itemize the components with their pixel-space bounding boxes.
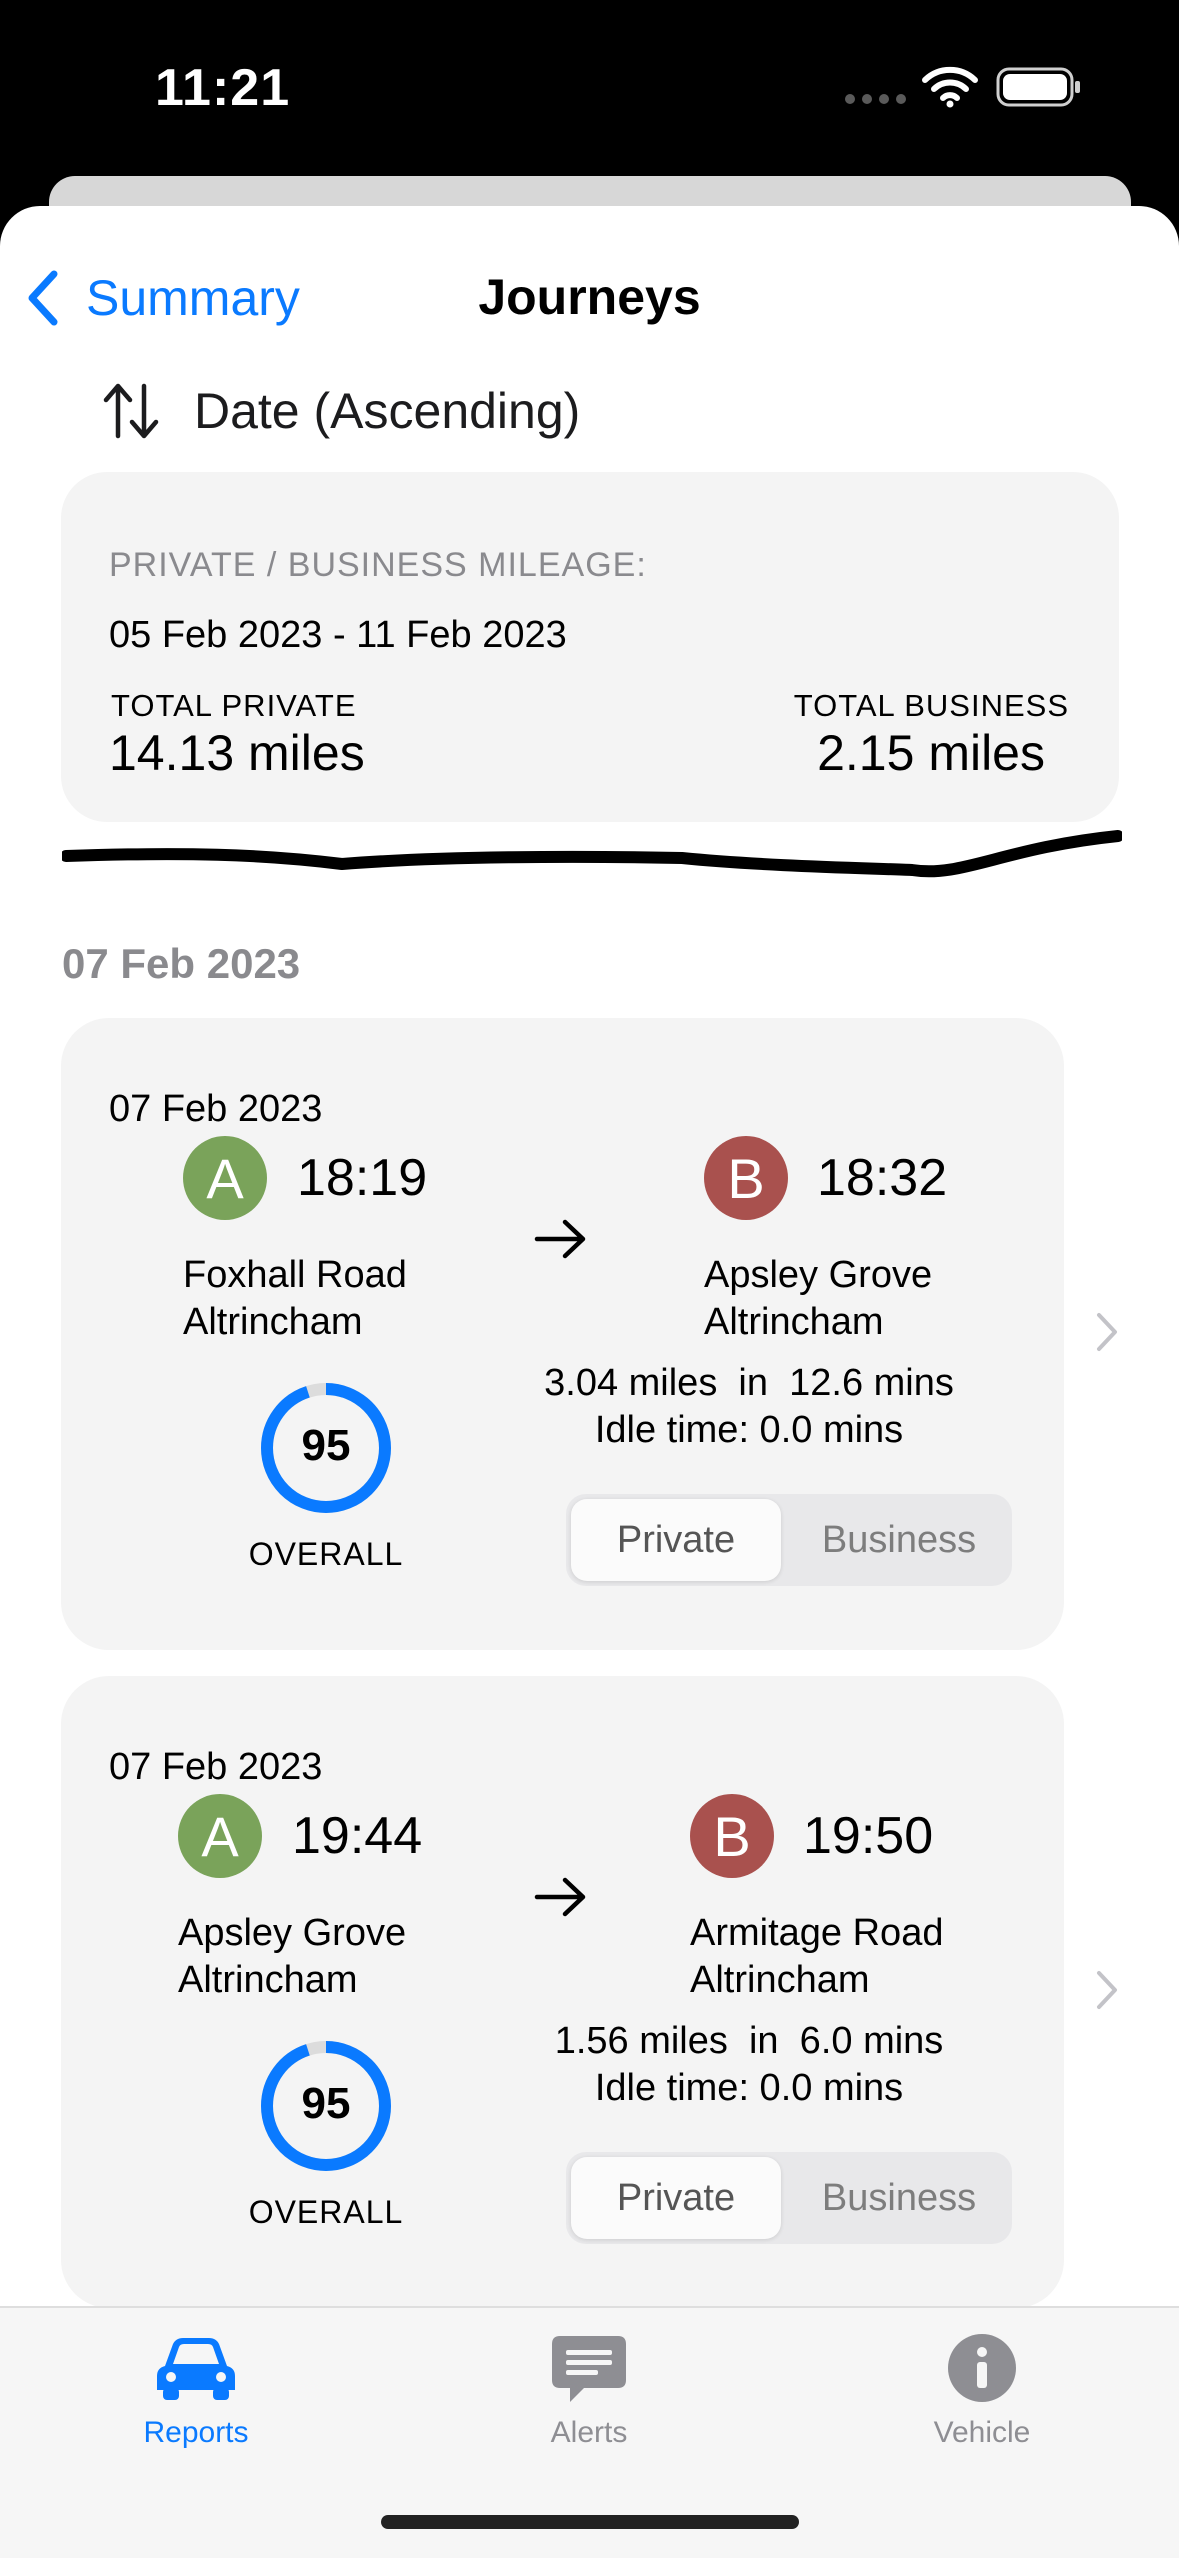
- end-time: 18:32: [817, 1149, 948, 1207]
- chevron-right-icon[interactable]: [1094, 1968, 1120, 2012]
- total-private-label: TOTAL PRIVATE: [111, 688, 357, 723]
- tab-vehicle[interactable]: Vehicle: [882, 2328, 1082, 2450]
- end-town: Altrincham: [690, 1959, 870, 2001]
- business-segment[interactable]: Business: [790, 1499, 1008, 1581]
- start-town: Altrincham: [183, 1301, 363, 1343]
- tab-label-reports: Reports: [143, 2416, 249, 2449]
- total-business-label: TOTAL BUSINESS: [793, 688, 1069, 723]
- score-value: 95: [301, 1421, 351, 1470]
- end-town: Altrincham: [704, 1301, 884, 1343]
- business-segment[interactable]: Business: [790, 2157, 1008, 2239]
- journey-date: 07 Feb 2023: [109, 1088, 323, 1130]
- page-title: Journeys: [478, 269, 701, 325]
- journey-card[interactable]: 07 Feb 2023 A 18:19 Foxhall Road Altrinc…: [61, 1018, 1064, 1650]
- end-time: 19:50: [803, 1807, 934, 1865]
- start-point-badge: A: [183, 1136, 267, 1220]
- start-time: 18:19: [297, 1149, 428, 1207]
- end-street: Apsley Grove: [704, 1254, 933, 1296]
- arrow-right-icon: [534, 1219, 586, 1259]
- score-label: OVERALL: [248, 2194, 404, 2230]
- distance-duration: 3.04 miles in 12.6 mins: [544, 1362, 954, 1404]
- distance-duration: 1.56 miles in 6.0 mins: [554, 2020, 944, 2062]
- tab-label-vehicle: Vehicle: [933, 2416, 1031, 2449]
- end-point-badge: B: [704, 1136, 788, 1220]
- mileage-summary-card: PRIVATE / BUSINESS MILEAGE: 05 Feb 2023 …: [61, 472, 1119, 822]
- start-point-badge: A: [178, 1794, 262, 1878]
- tab-label-alerts: Alerts: [550, 2416, 628, 2449]
- end-street: Armitage Road: [690, 1912, 944, 1954]
- home-indicator: [381, 2515, 799, 2529]
- status-bar: 11:21: [0, 0, 1179, 175]
- journey-date: 07 Feb 2023: [109, 1746, 323, 1788]
- end-point-badge: B: [690, 1794, 774, 1878]
- sort-label: Date (Ascending): [194, 383, 581, 439]
- message-icon: [552, 2336, 626, 2402]
- score-label: OVERALL: [248, 1536, 404, 1572]
- info-icon: [948, 2334, 1016, 2402]
- sort-button[interactable]: Date (Ascending): [100, 376, 580, 446]
- cellular-signal-icon: [845, 94, 907, 104]
- journey-type-segmented-control: Private Business: [566, 2152, 1012, 2244]
- tab-reports[interactable]: Reports: [96, 2328, 296, 2450]
- section-date-header: 07 Feb 2023: [62, 940, 301, 987]
- sort-arrows-icon: [103, 383, 159, 439]
- battery-icon: [996, 67, 1080, 107]
- summary-heading: PRIVATE / BUSINESS MILEAGE:: [109, 546, 647, 584]
- total-business-value: 2.15 miles: [817, 725, 1045, 781]
- score-value: 95: [301, 2079, 351, 2128]
- redaction-scribble: [62, 830, 1122, 878]
- private-segment[interactable]: Private: [571, 2157, 781, 2239]
- total-private-value: 14.13 miles: [109, 725, 365, 781]
- journeys-sheet: Summary Journeys Date (Ascending) PRIVAT…: [0, 206, 1179, 2556]
- journey-card[interactable]: 07 Feb 2023 A 19:44 Apsley Grove Altrinc…: [61, 1676, 1064, 2308]
- idle-time: Idle time: 0.0 mins: [594, 1409, 904, 1451]
- arrow-right-icon: [534, 1877, 586, 1917]
- idle-time: Idle time: 0.0 mins: [594, 2067, 904, 2109]
- car-icon: [157, 2338, 235, 2400]
- start-town: Altrincham: [178, 1959, 358, 2001]
- start-time: 19:44: [292, 1807, 423, 1865]
- summary-date-range: 05 Feb 2023 - 11 Feb 2023: [109, 614, 567, 656]
- wifi-icon: [922, 66, 978, 108]
- chevron-right-icon[interactable]: [1094, 1310, 1120, 1354]
- start-street: Apsley Grove: [178, 1912, 407, 1954]
- status-time: 11:21: [155, 59, 291, 117]
- start-street: Foxhall Road: [183, 1254, 407, 1296]
- private-segment[interactable]: Private: [571, 1499, 781, 1581]
- journey-type-segmented-control: Private Business: [566, 1494, 1012, 1586]
- tab-alerts[interactable]: Alerts: [489, 2328, 689, 2450]
